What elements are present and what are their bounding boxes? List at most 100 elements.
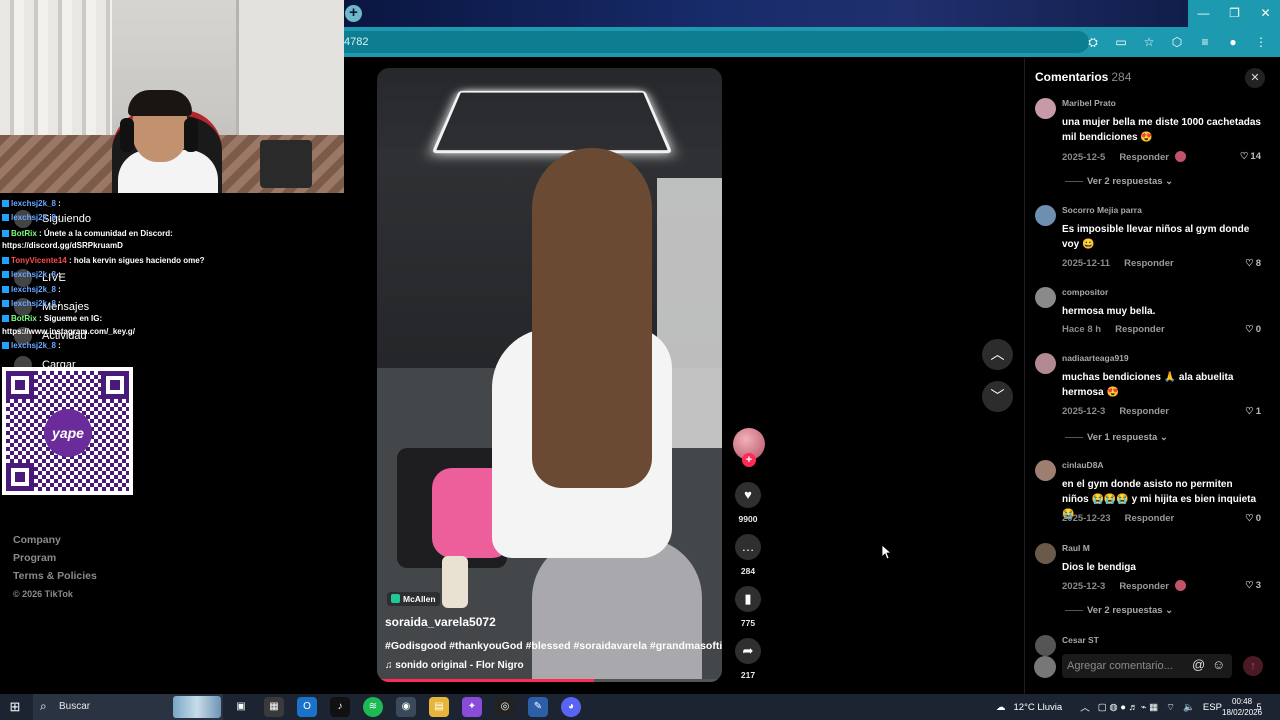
view-replies-button[interactable]: Ver 2 respuestas ⌄ [1065,176,1173,187]
new-tab-button[interactable]: + [345,5,362,22]
comment-avatar[interactable] [1035,287,1056,308]
comment-like-button[interactable]: ♡ 0 [1245,513,1261,524]
reading-list-icon[interactable]: ≡ [1194,31,1216,53]
footer-link-terms[interactable]: Terms & Policies [13,569,97,587]
close-comments-button[interactable]: ✕ [1245,68,1265,88]
notification-center-button[interactable]: 5 [1252,700,1266,714]
comment-avatar[interactable] [1035,543,1056,564]
location-tag[interactable]: McAllen [387,592,440,606]
weather-text[interactable]: 12°C Lluvia [1014,702,1063,713]
comment-date: 2025-12-11 [1062,258,1110,269]
heart-icon[interactable]: ♥ [735,482,761,508]
reply-button[interactable]: Responder [1119,152,1169,163]
comment-like-button[interactable]: ♡ 3 [1245,580,1261,591]
reply-button[interactable]: Responder [1119,581,1169,592]
tray-icons[interactable]: ▢ ◍ ● ♬ ⌁ ▦ [1098,702,1158,713]
chat-badge-icon [2,257,9,264]
like-action[interactable]: ♥ 9900 [735,482,761,524]
comment-icon[interactable]: … [735,534,761,560]
video-player[interactable]: McAllen soraida_varela5072 #Godisgood #t… [377,68,722,682]
video-scene-hair [532,148,652,488]
menu-icon[interactable]: ⋮ [1250,31,1272,53]
comment-like-button[interactable]: ♡ 1 [1245,406,1261,417]
windows-start-icon[interactable]: ⊞ [6,698,24,716]
video-progress-track[interactable] [377,679,722,682]
chat-text: : [56,213,61,222]
view-replies-button[interactable]: Ver 2 respuestas ⌄ [1065,605,1173,616]
reply-button[interactable]: Responder [1119,406,1169,417]
extensions-icon[interactable]: ⬡ [1166,31,1188,53]
chrome-icon[interactable]: ◉ [396,697,416,717]
editor-icon[interactable]: ✎ [528,697,548,717]
tiktok-icon[interactable]: ♪ [330,697,350,717]
copilot-icon[interactable]: ✦ [462,697,482,717]
video-actions: + [732,428,766,460]
comment-like-button[interactable]: ♡ 8 [1245,258,1261,269]
send-comment-button[interactable]: ↑ [1243,656,1263,676]
minimize-button[interactable]: — [1188,0,1219,27]
follow-button[interactable]: + [742,453,756,467]
maximize-button[interactable]: ❐ [1219,0,1250,27]
address-bar[interactable]: 4782 [344,31,1089,53]
share-icon[interactable]: ➦ [735,638,761,664]
reply-button[interactable]: Responder [1124,258,1174,269]
taskbar-search[interactable]: ⌕ Buscar [33,694,223,720]
profile-avatar-icon[interactable]: ● [1222,31,1244,53]
qr-pattern: yape [6,371,129,491]
comment-item: nadiaarteaga919 muchas bendiciones 🙏 ala … [1035,353,1275,413]
spotify-icon[interactable]: ≋ [363,697,383,717]
video-scene-person [492,128,712,682]
save-action[interactable]: ▮ 775 [735,586,761,628]
close-window-button[interactable]: ✕ [1250,0,1280,27]
volume-icon[interactable]: 🔈 [1183,702,1195,713]
comment-username[interactable]: nadiaarteaga919 [1062,353,1129,363]
comment-avatar[interactable] [1035,460,1056,481]
reply-button[interactable]: Responder [1125,513,1175,524]
language-indicator[interactable]: ESP [1203,702,1222,713]
share-action[interactable]: ➦ 217 [735,638,761,680]
comment-avatar[interactable] [1035,98,1056,119]
video-scene-legs [532,538,702,682]
comment-username[interactable]: Cesar ST [1062,635,1099,645]
task-view-icon[interactable]: ▣ [231,697,251,717]
reply-button[interactable]: Responder [1115,324,1165,335]
qr-finder [6,463,34,491]
previous-video-button[interactable]: ︿ [982,339,1013,370]
emoji-icon[interactable]: ☺ [1212,657,1225,672]
bookmark-star-icon[interactable]: ☆ [1138,31,1160,53]
video-sound[interactable]: ♫ sonido original - Flor Nigro [385,660,524,671]
comment-username[interactable]: Socorro Mejia parra [1062,205,1142,215]
comment-like-button[interactable]: ♡ 0 [1245,324,1261,335]
chat-message: lexchsj2k_8 : [2,285,61,294]
footer-link-company[interactable]: Company [13,533,97,551]
comment-item: compositor hermosa muy bella. Hace 8 h Resp… [1035,287,1275,347]
wifi-icon[interactable]: ⌔ [1166,702,1175,713]
comment-input[interactable] [1062,654,1232,678]
footer-link-program[interactable]: Program [13,551,97,569]
mention-icon[interactable]: @ [1192,657,1205,672]
comment-avatar[interactable] [1035,353,1056,374]
video-caption[interactable]: #Godisgood #thankyouGod #blessed #soraid… [385,640,722,652]
cast-icon[interactable]: ▭ [1110,31,1132,53]
obs-icon[interactable]: ◎ [495,697,515,717]
view-replies-button[interactable]: Ver 1 respuesta ⌄ [1065,432,1168,443]
comment-username[interactable]: Raul M [1062,543,1090,553]
next-video-button[interactable]: ﹀ [982,381,1013,412]
comment-username[interactable]: compositor [1062,287,1108,297]
video-author[interactable]: soraida_varela5072 [385,615,496,629]
comment-like-button[interactable]: ♡ 14 [1240,151,1261,162]
translate-icon[interactable]: ⛭ [1082,31,1104,53]
file-explorer-icon[interactable]: ▤ [429,697,449,717]
comment-username[interactable]: Maribel Prato [1062,98,1116,108]
comment-avatar[interactable] [1035,205,1056,226]
store-icon[interactable]: ▦ [264,697,284,717]
tray-overflow-icon[interactable]: ︿ [1080,700,1090,714]
outlook-icon[interactable]: O [297,697,317,717]
location-label: McAllen [403,594,436,604]
discord-icon[interactable]: ◕ [561,697,581,717]
bookmark-icon[interactable]: ▮ [735,586,761,612]
creator-avatar[interactable]: + [733,428,765,460]
comment-action[interactable]: … 284 [735,534,761,576]
comment-username[interactable]: cinlauD8A [1062,460,1104,470]
comment-avatar[interactable] [1035,635,1056,656]
